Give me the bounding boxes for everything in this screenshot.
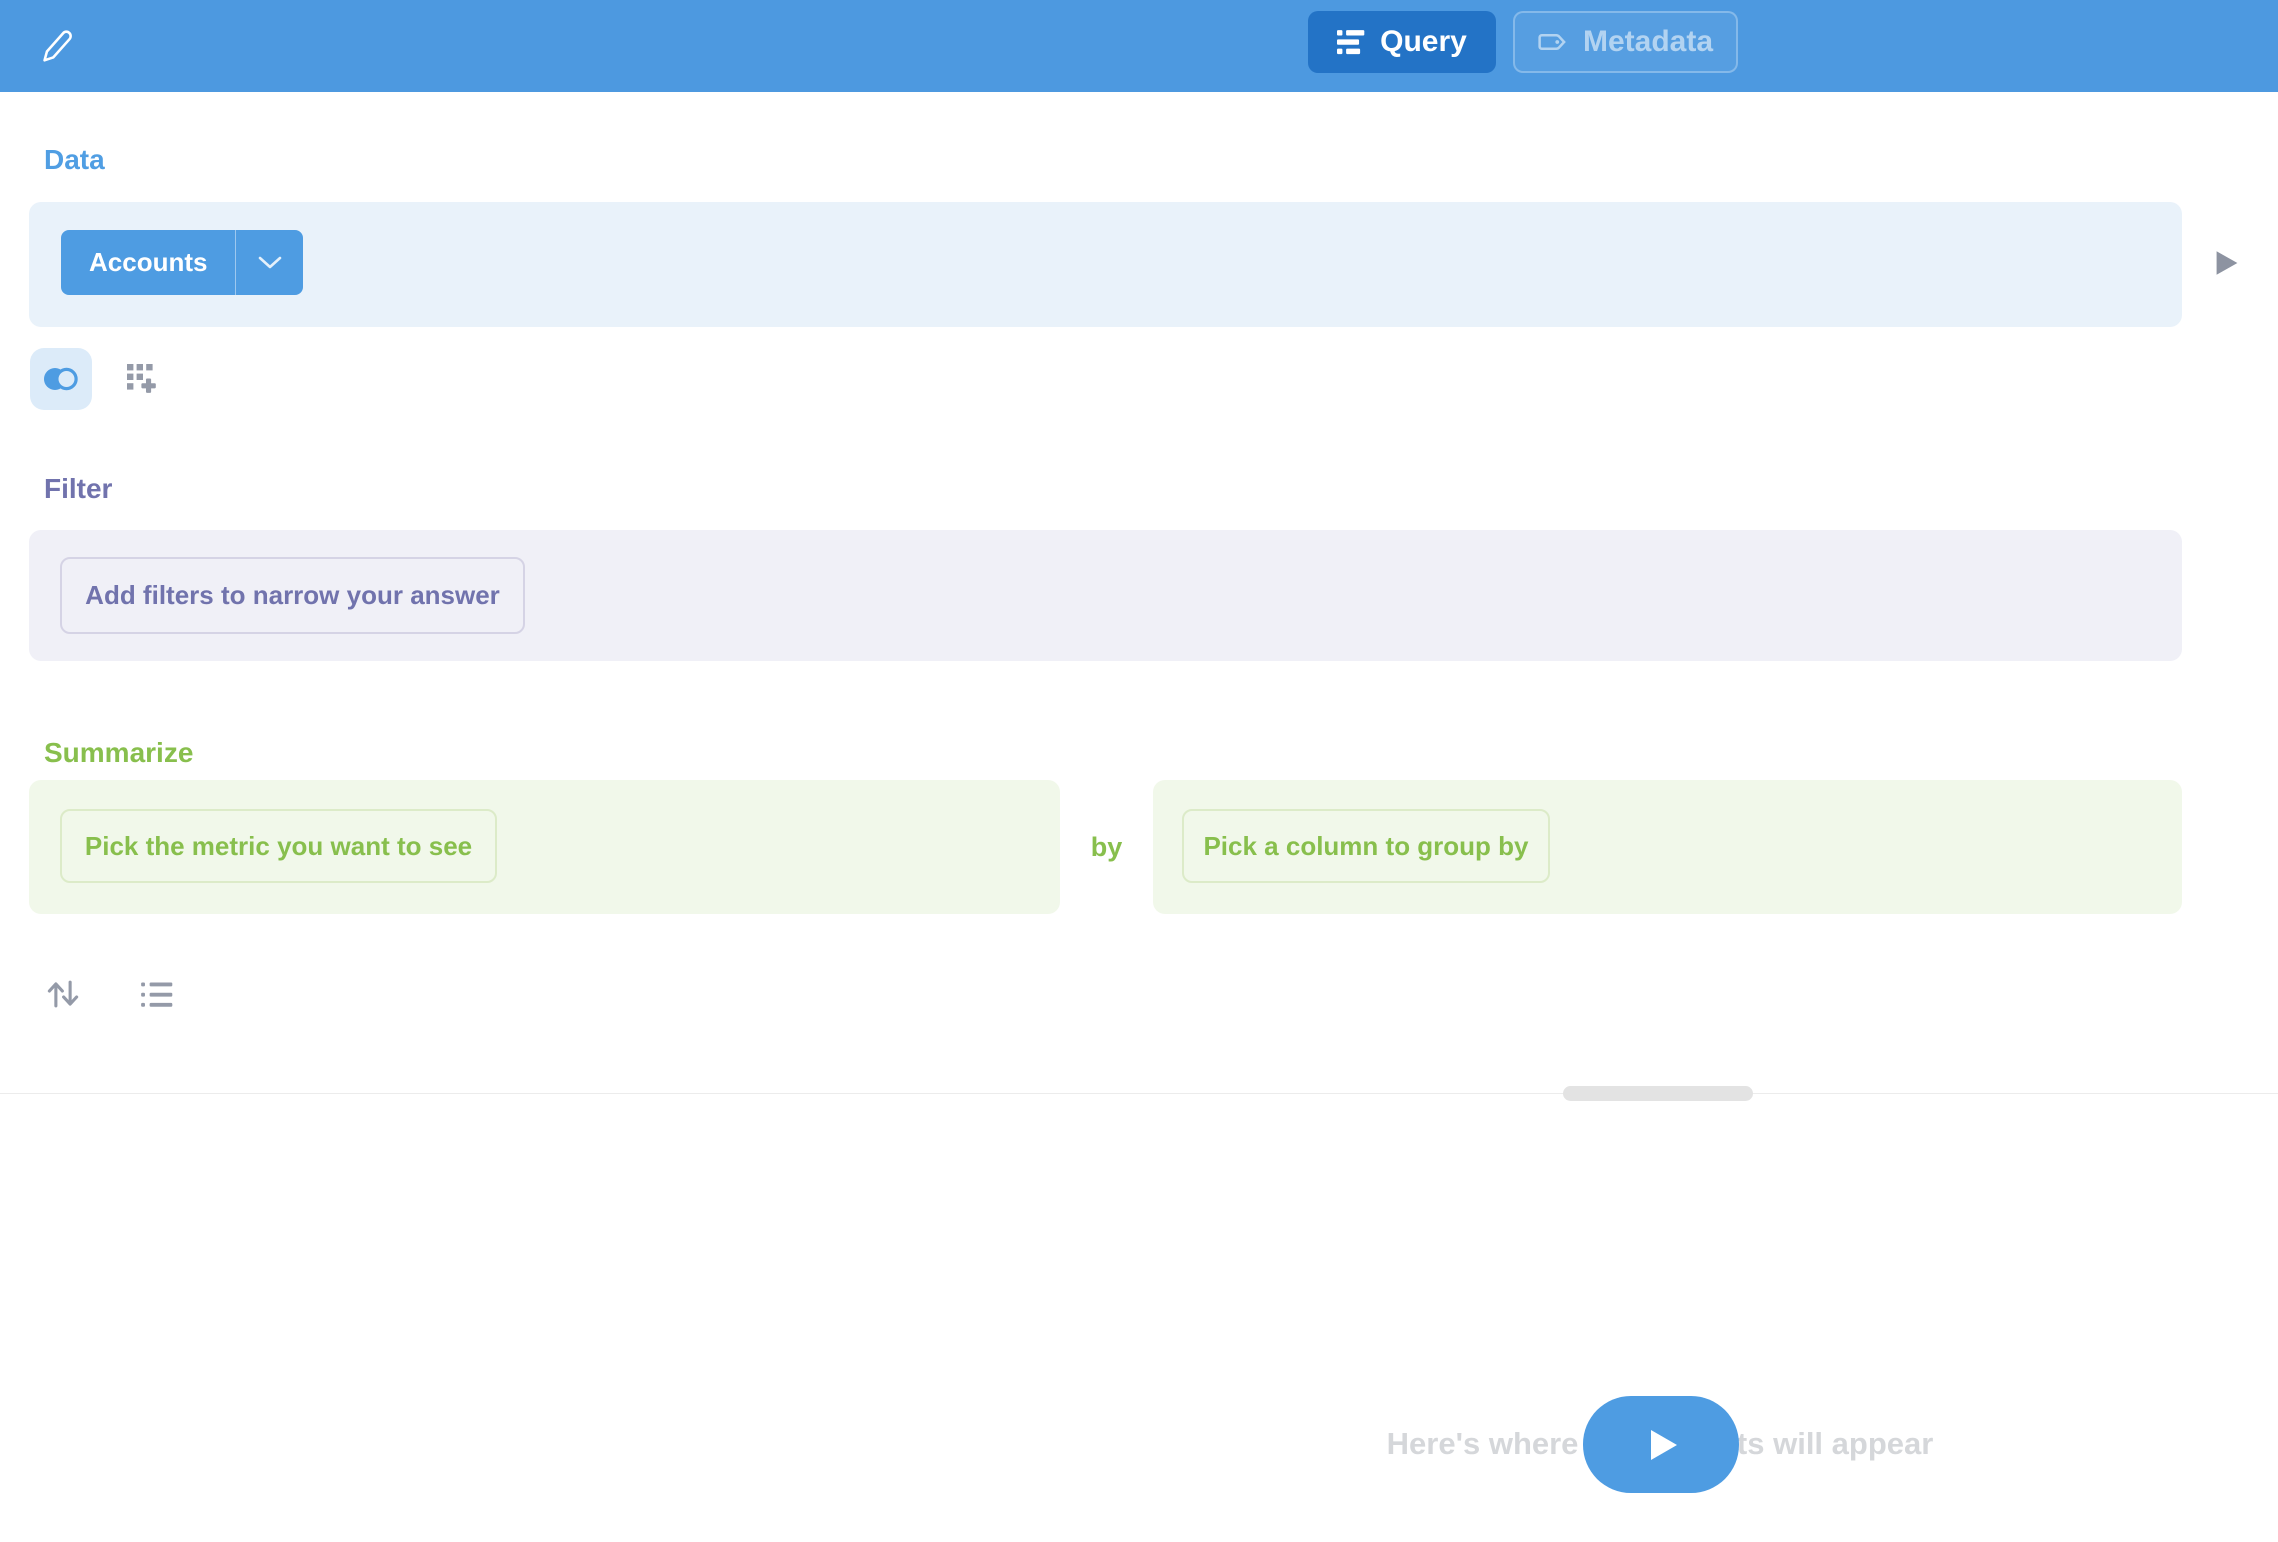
row-limit-button[interactable] — [138, 979, 176, 1011]
filter-section-label: Filter — [44, 473, 112, 505]
tab-metadata[interactable]: Metadata — [1513, 11, 1738, 73]
by-label: by — [1060, 780, 1153, 914]
edit-bar: Query Metadata — [0, 0, 2278, 92]
data-section-label: Data — [44, 144, 105, 176]
list-icon — [140, 980, 174, 1010]
sort-button[interactable] — [44, 975, 82, 1013]
pick-metric-button[interactable]: Pick the metric you want to see — [60, 809, 497, 883]
join-icon — [41, 365, 81, 393]
table-picker-button[interactable]: Accounts — [61, 230, 303, 295]
preview-step-button[interactable] — [2214, 248, 2240, 278]
tab-query-label: Query — [1380, 25, 1467, 59]
pencil-icon — [40, 26, 74, 64]
notebook-icon — [1337, 28, 1365, 56]
divider-drag-handle[interactable] — [1563, 1086, 1753, 1101]
custom-column-button[interactable] — [122, 359, 164, 401]
add-filter-button[interactable]: Add filters to narrow your answer — [60, 557, 525, 634]
header-tabs: Query Metadata — [1308, 11, 1738, 73]
sort-icon — [44, 975, 82, 1013]
table-name: Accounts — [61, 230, 235, 295]
run-query-button[interactable] — [1583, 1396, 1739, 1493]
tab-query[interactable]: Query — [1308, 11, 1496, 73]
play-icon — [1645, 1430, 1677, 1460]
chevron-down-icon[interactable] — [235, 230, 303, 295]
play-icon — [2214, 265, 2240, 282]
data-panel — [29, 202, 2182, 327]
summarize-section-label: Summarize — [44, 737, 193, 769]
results-divider — [0, 1093, 2278, 1094]
custom-column-icon — [127, 364, 159, 396]
tag-icon — [1538, 27, 1568, 57]
tab-metadata-label: Metadata — [1583, 25, 1713, 59]
group-by-button[interactable]: Pick a column to group by — [1182, 809, 1550, 883]
join-data-button[interactable] — [30, 348, 92, 410]
